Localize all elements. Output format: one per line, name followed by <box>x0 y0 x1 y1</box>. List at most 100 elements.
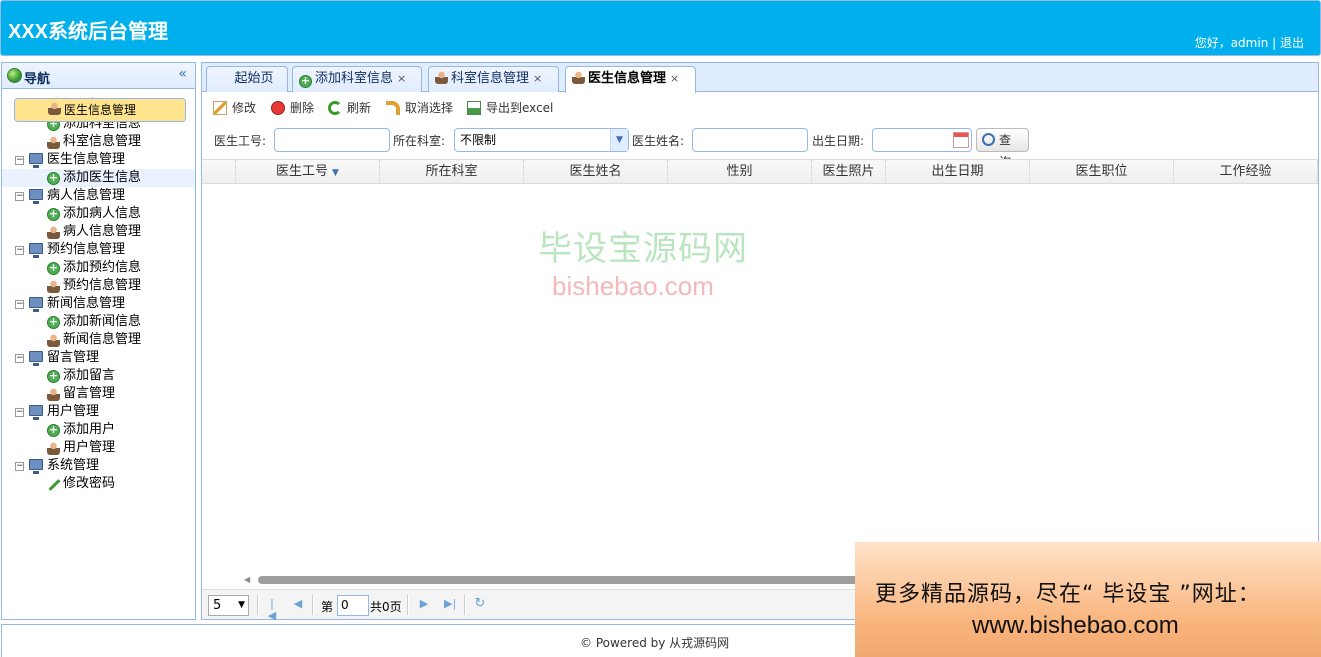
nav-item-label: 科室信息管理 <box>63 134 142 149</box>
last-page-icon[interactable]: ▶| <box>444 598 456 610</box>
tab-label: 医生信息管理 <box>588 71 667 86</box>
refresh-button[interactable]: 刷新 <box>328 97 371 119</box>
nav-item[interactable]: 预约信息管理 <box>2 277 195 295</box>
nav-item-label: 添加留言 <box>63 368 116 383</box>
nav-group[interactable]: − 预约信息管理 <box>2 241 195 259</box>
watermark-url: bishebao.com <box>552 271 714 301</box>
nav-panel: 导航 « −科室信息管理+添加科室信息科室信息管理−医生信息管理+添加医生信息医… <box>1 62 196 620</box>
prev-page-icon[interactable]: ◀ <box>292 598 304 610</box>
sort-desc-icon: ▼ <box>332 168 339 178</box>
computer-icon <box>29 405 43 420</box>
nav-group[interactable]: − 用户管理 <box>2 403 195 421</box>
col-label: 医生照片 <box>822 164 875 179</box>
col-label: 医生职位 <box>1075 164 1128 179</box>
nav-item[interactable]: 病人信息管理 <box>2 223 195 241</box>
divider <box>464 595 466 615</box>
col-experience[interactable]: 工作经验 <box>1174 160 1318 184</box>
col-photo[interactable]: 医生照片 <box>812 160 886 184</box>
export-icon <box>467 101 481 115</box>
nav-item-label: 添加预约信息 <box>63 260 142 275</box>
nav-group[interactable]: − 医生信息管理 <box>2 151 195 169</box>
nav-item[interactable]: + 添加新闻信息 <box>2 313 195 331</box>
page-number-input[interactable]: 0 <box>337 595 369 616</box>
promo-line1: 更多精品源码，尽在“ 毕设宝 ”网址： <box>875 582 1261 607</box>
nav-group[interactable]: − 病人信息管理 <box>2 187 195 205</box>
page-total: 共0页 <box>370 600 402 614</box>
close-icon[interactable]: × <box>670 72 679 85</box>
nav-group-label: 预约信息管理 <box>47 242 126 257</box>
nav-item[interactable]: 科室信息管理 <box>2 133 195 151</box>
chevron-down-icon[interactable]: ▼ <box>610 129 628 151</box>
app-header: XXX系统后台管理 您好，admin | 退出 <box>0 0 1321 56</box>
collapse-toggle-icon[interactable]: − <box>15 156 24 165</box>
tab-home[interactable]: 起始页 <box>206 66 288 92</box>
grid-header: 医生工号 ▼ 所在科室 医生姓名 性别 医生照片 出生日期 医生职位 工作经验 <box>202 159 1318 184</box>
nav-item-label: 新闻信息管理 <box>63 332 142 347</box>
unselect-button[interactable]: 取消选择 <box>386 97 453 119</box>
tab-doctor-manage[interactable]: 医生信息管理 × <box>565 66 696 93</box>
tab-add-dept[interactable]: + 添加科室信息 × <box>292 66 422 92</box>
nav-item-label: 预约信息管理 <box>63 278 142 293</box>
nav-item[interactable]: + 添加用户 <box>2 421 195 439</box>
nav-item[interactable]: 医生信息管理 <box>14 98 186 122</box>
birth-date-input[interactable] <box>872 128 972 152</box>
nav-item[interactable]: 用户管理 <box>2 439 195 457</box>
doctor-no-input[interactable] <box>274 128 390 152</box>
nav-item[interactable]: + 添加病人信息 <box>2 205 195 223</box>
collapse-toggle-icon[interactable]: − <box>15 408 24 417</box>
nav-item-label: 留言管理 <box>63 386 116 401</box>
nav-item[interactable]: + 添加留言 <box>2 367 195 385</box>
col-label: 出生日期 <box>931 164 984 179</box>
birth-label: 出生日期: <box>812 134 865 148</box>
collapse-left-icon[interactable]: « <box>178 66 187 82</box>
edit-button[interactable]: 修改 <box>213 97 256 119</box>
checkbox-column[interactable] <box>202 160 236 184</box>
dept-select[interactable]: 不限制 ▼ <box>454 128 629 152</box>
user-icon <box>47 226 60 239</box>
calendar-icon[interactable] <box>953 132 969 148</box>
col-position[interactable]: 医生职位 <box>1030 160 1174 184</box>
page-size-select[interactable]: 5 ▼ <box>208 595 249 616</box>
col-doctor-no[interactable]: 医生工号 ▼ <box>236 160 380 184</box>
nav-group[interactable]: − 留言管理 <box>2 349 195 367</box>
delete-button[interactable]: 删除 <box>271 97 314 119</box>
collapse-toggle-icon[interactable]: − <box>15 192 24 201</box>
reload-icon[interactable]: ↻ <box>474 597 486 610</box>
dept-select-value: 不限制 <box>460 133 497 147</box>
export-button[interactable]: 导出到excel <box>467 97 553 119</box>
tab-label: 起始页 <box>234 71 274 86</box>
horizontal-scrollbar[interactable]: ◀ <box>244 575 864 584</box>
nav-group[interactable]: − 系统管理 <box>2 457 195 475</box>
col-doctor-name[interactable]: 医生姓名 <box>524 160 668 184</box>
close-icon[interactable]: × <box>397 72 406 85</box>
scroll-left-icon[interactable]: ◀ <box>244 575 250 584</box>
unselect-label: 取消选择 <box>405 101 454 115</box>
nav-item[interactable]: + 添加预约信息 <box>2 259 195 277</box>
computer-icon <box>29 243 43 258</box>
logout-link[interactable]: 退出 <box>1280 36 1304 50</box>
user-bar: 您好，admin | 退出 <box>1195 34 1304 51</box>
tab-dept-manage[interactable]: 科室信息管理 × <box>428 66 559 92</box>
col-birth-date[interactable]: 出生日期 <box>886 160 1030 184</box>
nav-group[interactable]: − 新闻信息管理 <box>2 295 195 313</box>
doctor-name-input[interactable] <box>692 128 808 152</box>
collapse-toggle-icon[interactable]: − <box>15 246 24 255</box>
nav-item[interactable]: 新闻信息管理 <box>2 331 195 349</box>
divider <box>312 595 314 615</box>
col-gender[interactable]: 性别 <box>668 160 812 184</box>
col-dept[interactable]: 所在科室 <box>380 160 524 184</box>
first-page-icon[interactable]: |◀ <box>266 598 278 622</box>
nav-item[interactable]: + 添加医生信息 <box>2 169 195 187</box>
next-page-icon[interactable]: ▶ <box>418 598 430 610</box>
collapse-toggle-icon[interactable]: − <box>15 462 24 471</box>
nav-item[interactable]: 留言管理 <box>2 385 195 403</box>
nav-group-label: 留言管理 <box>47 350 100 365</box>
query-button[interactable]: 查询 <box>976 128 1029 169</box>
col-label: 工作经验 <box>1219 164 1272 179</box>
nav-item[interactable]: 修改密码 <box>2 475 195 493</box>
close-icon[interactable]: × <box>533 72 542 85</box>
collapse-toggle-icon[interactable]: − <box>15 354 24 363</box>
doctor-no-label: 医生工号: <box>214 134 267 148</box>
collapse-toggle-icon[interactable]: − <box>15 300 24 309</box>
scroll-thumb[interactable] <box>258 576 864 584</box>
